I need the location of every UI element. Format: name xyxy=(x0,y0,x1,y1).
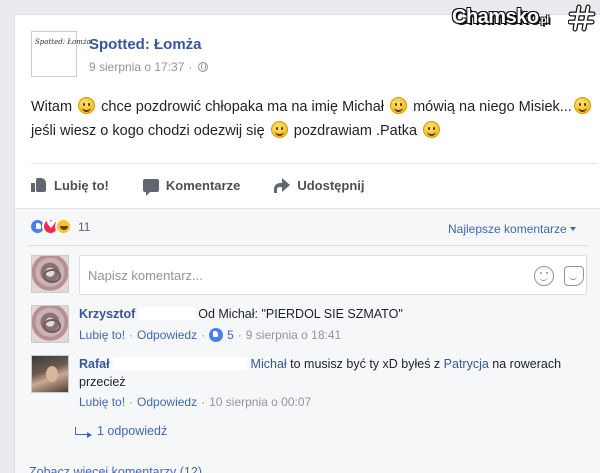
page-avatar[interactable]: Spotted: Łomża xyxy=(31,31,91,77)
page-name-link[interactable]: Spotted: Łomża xyxy=(89,36,202,53)
divider xyxy=(31,163,597,164)
comment-input[interactable] xyxy=(88,266,508,284)
smile-emoji-icon xyxy=(390,97,408,114)
comment-like-count[interactable]: 5 xyxy=(227,328,234,342)
smile-emoji-icon xyxy=(270,121,288,138)
comment-input-box xyxy=(79,255,587,295)
haha-reaction-icon xyxy=(55,218,72,235)
post-text-part: mówią na niego Misiek... xyxy=(409,99,572,115)
sort-label: Najlepsze komentarze xyxy=(448,222,567,236)
post-card: Spotted: Łomża Spotted: Łomża 9 sierpnia… xyxy=(14,14,600,473)
globe-icon[interactable] xyxy=(198,62,209,72)
comment-text: Od Michał: "PIERDOL SIE SZMATO" xyxy=(198,307,403,321)
post-text-part: pozdrawiam .Patka xyxy=(289,123,422,139)
comment-author[interactable]: Krzysztof xyxy=(79,307,135,321)
comment-actions: Lubię to! · Odpowiedz · 5 · 9 sierpnia o… xyxy=(79,328,341,342)
mention-link[interactable]: Michał xyxy=(251,357,287,371)
smile-emoji-icon xyxy=(423,121,441,138)
post-actions-bar: Lubię to! Komentarze Udostępnij xyxy=(31,173,597,197)
comment-reply-link[interactable]: Odpowiedz xyxy=(137,328,197,342)
share-label: Udostępnij xyxy=(297,177,365,193)
watermark-name: Chamsko xyxy=(452,6,539,28)
comment-text: to musisz być ty xD byłeś z xyxy=(286,357,444,371)
comment-like-link[interactable]: Lubię to! xyxy=(79,328,125,342)
page-avatar-text: Spotted: Łomża xyxy=(35,38,91,46)
comment-button[interactable]: Komentarze xyxy=(142,177,241,196)
redacted-surname xyxy=(113,357,248,370)
comment-timestamp[interactable]: 10 sierpnia o 00:07 xyxy=(209,395,311,409)
smile-emoji-icon xyxy=(573,97,591,114)
separator: · xyxy=(237,328,242,342)
view-more-comments-link[interactable]: Zobacz więcej komentarzy (12) xyxy=(29,465,202,473)
hashtag-logo-icon xyxy=(568,4,596,32)
reply-arrow-icon xyxy=(75,427,92,438)
comment-author[interactable]: Rafał xyxy=(79,357,110,371)
post-text-part: Witam xyxy=(31,99,77,115)
comment-body: Rafał Michał to musisz być ty xD byłeś z… xyxy=(79,355,585,391)
replies-label: 1 odpowiedź xyxy=(97,424,168,438)
thumbs-up-icon xyxy=(31,178,47,192)
reaction-count: 11 xyxy=(78,219,91,234)
background-left xyxy=(0,0,14,473)
separator: · xyxy=(129,395,134,409)
redacted-surname xyxy=(138,307,195,320)
caret-down-icon xyxy=(569,227,576,231)
like-button[interactable]: Lubię to! xyxy=(31,178,109,193)
post-text: Witam chce pozdrowić chłopaka ma na imię… xyxy=(31,95,597,143)
comment-label: Komentarze xyxy=(165,177,241,193)
comment-reply-link[interactable]: Odpowiedz xyxy=(137,395,197,409)
separator: · xyxy=(201,328,206,342)
comment-sort-dropdown[interactable]: Najlepsze komentarze xyxy=(448,222,576,236)
comment-timestamp[interactable]: 9 sierpnia o 18:41 xyxy=(246,328,341,342)
commenter-avatar[interactable] xyxy=(31,355,69,393)
sticker-icon[interactable] xyxy=(564,266,584,286)
smile-emoji-icon xyxy=(78,97,96,114)
divider xyxy=(27,245,589,246)
comment-like-link[interactable]: Lubię to! xyxy=(79,395,125,409)
like-label: Lubię to! xyxy=(54,177,109,193)
share-button[interactable]: Udostępnij xyxy=(274,178,364,193)
user-avatar[interactable] xyxy=(31,255,69,293)
watermark-suffix: .pl xyxy=(538,15,550,26)
like-count-icon xyxy=(209,328,224,342)
meta-separator: · xyxy=(188,60,193,74)
speech-bubble-icon xyxy=(142,178,159,196)
comment-actions: Lubię to! · Odpowiedz · 10 sierpnia o 00… xyxy=(79,395,311,409)
view-replies-link[interactable]: 1 odpowiedź xyxy=(75,424,167,438)
post-text-part: jeśli wiesz o kogo chodzi odezwij się xyxy=(31,123,269,139)
commenter-avatar[interactable] xyxy=(31,305,69,343)
reaction-summary[interactable]: 11 xyxy=(29,218,90,235)
comments-section: 11 Najlepsze komentarze Krzysztof Od Mic… xyxy=(15,208,600,473)
separator: · xyxy=(129,328,134,342)
watermark-text: Chamsko.pl xyxy=(452,6,549,29)
share-arrow-icon xyxy=(274,178,291,193)
post-timestamp[interactable]: 9 sierpnia o 17:37 xyxy=(89,60,184,74)
watermark-logo: Chamsko.pl xyxy=(450,2,598,36)
post-meta: 9 sierpnia o 17:37 · xyxy=(89,60,209,74)
comment-body: Krzysztof Od Michał: "PIERDOL SIE SZMATO… xyxy=(79,305,585,323)
emoji-picker-icon[interactable] xyxy=(534,266,554,286)
separator: · xyxy=(201,395,206,409)
post-text-part: chce pozdrowić chłopaka ma na imię Micha… xyxy=(97,99,389,115)
mention-link[interactable]: Patrycja xyxy=(444,357,489,371)
